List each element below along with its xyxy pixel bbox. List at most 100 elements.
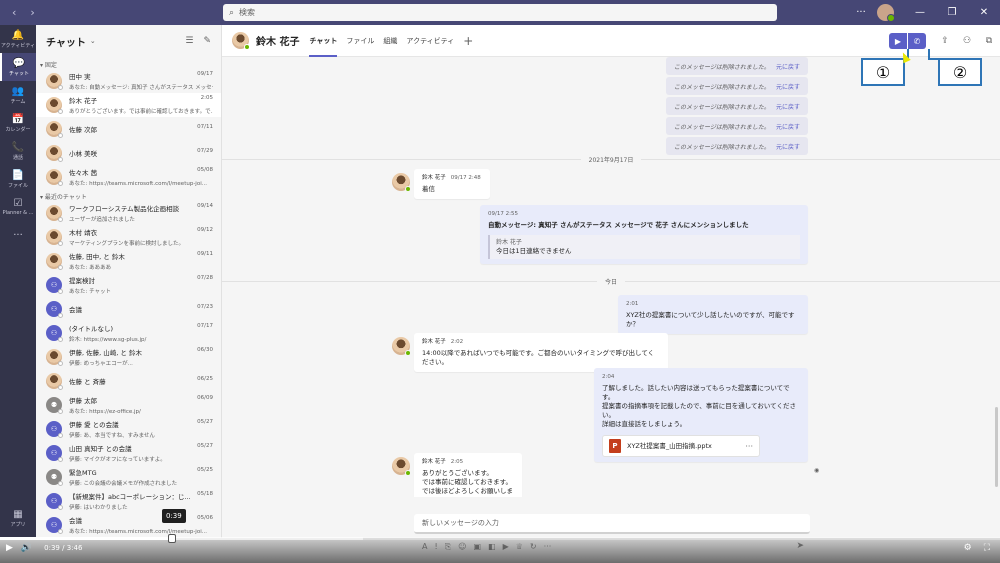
restore-link[interactable]: 元に戻す	[776, 82, 800, 91]
search-placeholder: 検索	[239, 8, 256, 17]
rail-calls[interactable]: 📞 通話	[0, 137, 36, 165]
phone-call-icon: ✆	[913, 36, 921, 46]
search-icon: ⌕	[229, 7, 235, 18]
contact-avatar[interactable]	[232, 32, 250, 50]
profile-avatar[interactable]	[877, 4, 895, 22]
chat-preview: あなた: https://teams.microsoft.com/l/meetu…	[69, 529, 207, 535]
more-options-button[interactable]: ···	[849, 7, 873, 18]
chat-list-item[interactable]: ⚇ (タイトルなし) 07/17 鈴木: https://www.sg-plus.jp…	[36, 321, 221, 345]
rail-teams[interactable]: 👥 チーム	[0, 81, 36, 109]
rail-more[interactable]: ···	[0, 221, 36, 249]
message-scrollbar[interactable]	[995, 407, 998, 487]
seen-icon: ◉	[814, 467, 820, 474]
deleted-message: このメッセージは削除されました。 元に戻す	[666, 57, 808, 75]
rail-chat[interactable]: 💬 チャット	[0, 53, 36, 81]
rail-apps[interactable]: ▦ アプリ	[0, 504, 36, 532]
chat-time: 2:05	[200, 95, 213, 101]
message-bubble-own: 2:01 XYZ社の提案書について少し話したいのですが、可能ですか？	[618, 295, 808, 334]
tab-activity[interactable]: アクティビティ	[406, 25, 454, 57]
window-controls: ··· — ❐ ✕	[849, 0, 1000, 25]
avatar	[46, 229, 63, 246]
rail-calendar[interactable]: 📅 カレンダー	[0, 109, 36, 137]
audio-call-button[interactable]: ✆	[908, 33, 926, 49]
apps-icon: ▦	[13, 508, 23, 520]
chat-list-item[interactable]: ⚇ 会議 05/06 あなた: https://teams.microsoft.com…	[36, 513, 221, 537]
history-nav: ‹ ›	[0, 6, 60, 19]
chat-name: 小林 美咲	[69, 150, 98, 158]
avatar	[46, 349, 63, 366]
calendar-icon: 📅	[11, 113, 25, 125]
recent-section-label[interactable]: ▾ 最近のチャット	[36, 189, 221, 201]
video-progress-bar[interactable]	[0, 537, 1000, 540]
fullscreen-icon[interactable]: ⛶	[984, 543, 990, 553]
screen-share-icon[interactable]: ⇪	[934, 36, 956, 46]
chevron-left-icon[interactable]: ‹	[12, 6, 16, 19]
chat-time: 07/17	[197, 323, 213, 329]
compose-input[interactable]: 新しいメッセージの入力	[414, 514, 810, 534]
new-chat-icon[interactable]: ✎	[203, 36, 211, 46]
bell-icon: 🔔	[11, 29, 25, 41]
chat-list-item[interactable]: ワークフローシステム製品化企画相談 09/14 ユーザーが追加されました	[36, 201, 221, 225]
tab-chat[interactable]: チャット	[309, 25, 337, 57]
restore-link[interactable]: 元に戻す	[776, 122, 800, 131]
chat-time: 05/06	[197, 515, 213, 521]
chevron-down-icon[interactable]: ⌄	[90, 37, 96, 45]
restore-link[interactable]: 元に戻す	[776, 142, 800, 151]
chat-list-item[interactable]: 佐藤 と 斉藤 06/25	[36, 369, 221, 393]
scrub-handle[interactable]	[168, 534, 176, 543]
chat-list-item[interactable]: 伊藤, 佐藤, 山崎, と 鈴木 06/30 伊藤: めっちゃエコーが...	[36, 345, 221, 369]
chat-list-item[interactable]: ⚇ 提案検討 07/28 あなた: チャット	[36, 273, 221, 297]
chat-list-item[interactable]: ⚇ 会議 07/23	[36, 297, 221, 321]
chat-icon: 💬	[12, 57, 26, 69]
settings-icon[interactable]: ⚙	[964, 543, 972, 553]
search-input[interactable]: ⌕ 検索	[223, 4, 777, 21]
play-icon[interactable]: ▶	[6, 543, 13, 553]
chat-list-item[interactable]: 佐々木 茜 05/08 あなた: https://teams.microsoft.c…	[36, 165, 221, 189]
filter-icon[interactable]: ☰	[185, 36, 193, 46]
minimize-button[interactable]: —	[904, 7, 936, 18]
add-tab-button[interactable]: +	[463, 25, 473, 57]
rail-planner[interactable]: ☑ Planner & ...	[0, 193, 36, 221]
pop-out-icon[interactable]: ⧉	[978, 36, 1000, 46]
contact-name: 鈴木 花子	[256, 37, 300, 48]
rail-activity[interactable]: 🔔 アクティビティ	[0, 25, 36, 53]
volume-icon[interactable]: 🔊	[21, 543, 32, 553]
avatar	[46, 97, 63, 114]
chat-list-item[interactable]: ⚇ 山田 真知子 との会議 05/27 伊藤: マイクがオフになっていますよ。	[36, 441, 221, 465]
chevron-right-icon[interactable]: ›	[30, 6, 34, 19]
close-button[interactable]: ✕	[968, 7, 1000, 18]
chat-name: 緊急MTG	[69, 469, 97, 477]
restore-link[interactable]: 元に戻す	[776, 102, 800, 111]
sender-avatar[interactable]	[392, 173, 411, 192]
chat-tabs: チャット ファイル 組織 アクティビティ +	[309, 25, 482, 57]
chat-list-item[interactable]: ⚉ 緊急MTG 05/25 伊藤: この会議の会議メモが作成されました	[36, 465, 221, 489]
chat-name: 佐々木 茜	[69, 169, 98, 177]
file-more-button[interactable]: ···	[745, 442, 753, 451]
tab-files[interactable]: ファイル	[346, 25, 374, 57]
avatar	[46, 205, 63, 222]
chat-name: 提案検討	[69, 277, 95, 285]
chat-list-item[interactable]: 鈴木 花子 2:05 ありがとうございます。では事前に確認しておきます。で...	[36, 93, 221, 117]
video-call-button[interactable]: ▶	[889, 33, 907, 49]
chat-list-item[interactable]: 木村 靖衣 09/12 マーケティングプランを事前に検討しました。	[36, 225, 221, 249]
sender-avatar[interactable]	[392, 337, 411, 356]
rail-files[interactable]: 📄 ファイル	[0, 165, 36, 193]
chat-list-item[interactable]: 佐藤 次郎 07/11	[36, 117, 221, 141]
chat-list-item[interactable]: 田中 実 09/17 あなた: 自動メッセージ: 真知子 さんがステータス メッセー…	[36, 69, 221, 93]
chat-list-item[interactable]: ⚇ 【新規案件】abcコーポレーション：じ... 05/18 伊藤: はいわかりました	[36, 489, 221, 513]
add-people-icon[interactable]: ⚇	[956, 36, 978, 46]
chat-list-title[interactable]: チャット	[46, 34, 86, 49]
avatar	[46, 373, 63, 390]
sender-avatar[interactable]	[392, 457, 411, 476]
chat-list-item[interactable]: 佐藤, 田中, と 鈴木 09/11 あなた: ああああ	[36, 249, 221, 273]
pinned-section-label[interactable]: ▾ 固定	[36, 57, 221, 69]
file-attachment[interactable]: P XYZ社提案書_山田指摘.pptx ···	[602, 435, 760, 457]
maximize-button[interactable]: ❐	[936, 7, 968, 18]
chat-list-item[interactable]: ⚇ 伊藤 愛 との会議 05/27 伊藤: あ、本当ですね、すみません	[36, 417, 221, 441]
chat-list-item[interactable]: 小林 美咲 07/29	[36, 141, 221, 165]
teams-icon: 👥	[11, 85, 25, 97]
chat-list-item[interactable]: ⚉ 伊藤 太郎 06/09 あなた: https://ez-office.jp/	[36, 393, 221, 417]
tab-org[interactable]: 組織	[383, 25, 397, 57]
avatar: ⚉	[46, 397, 63, 414]
restore-link[interactable]: 元に戻す	[776, 62, 800, 71]
